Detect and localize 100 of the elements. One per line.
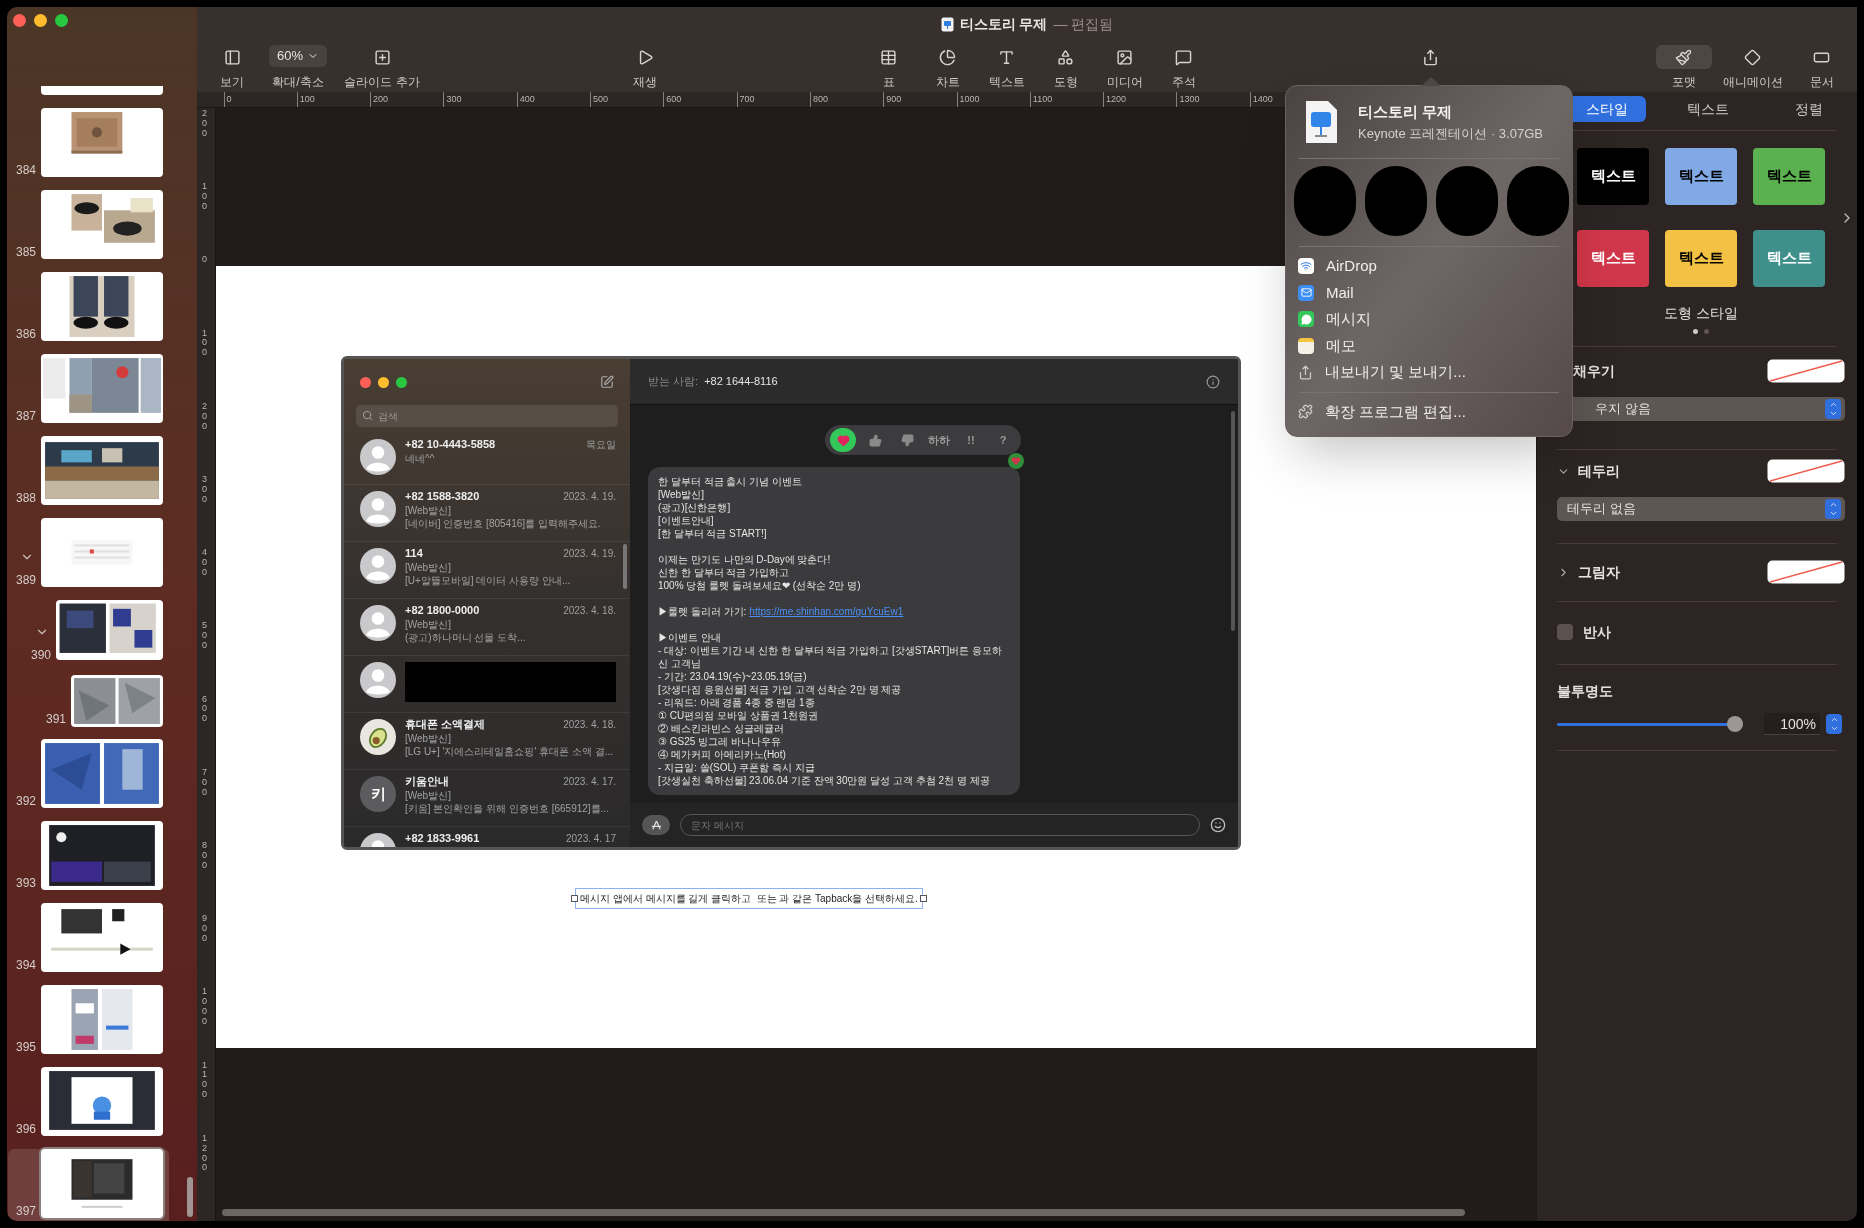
- messages-icon: [1298, 311, 1314, 328]
- emoji-icon[interactable]: [1210, 817, 1226, 833]
- message-preview: (광고)하나머니 선물 도착...: [405, 631, 527, 644]
- stepper-icon[interactable]: [1825, 499, 1841, 519]
- maximize-button[interactable]: [396, 376, 407, 388]
- heart-icon: [836, 433, 850, 447]
- search-icon: [362, 410, 373, 421]
- border-dropdown[interactable]: 테두리 없음: [1557, 497, 1845, 521]
- selection-handle[interactable]: [571, 895, 578, 902]
- contact-name: +82 1800-0000: [405, 603, 480, 617]
- maximize-button[interactable]: [55, 14, 68, 27]
- selection-handle[interactable]: [919, 895, 927, 902]
- reflection-checkbox[interactable]: [1557, 624, 1573, 640]
- opacity-slider[interactable]: [1557, 716, 1743, 732]
- message-line: (광고)[신한은행]: [658, 501, 732, 514]
- scrollbar-thumb[interactable]: [623, 544, 627, 589]
- slide-number: 387: [15, 410, 36, 422]
- heart-tapback-button[interactable]: [830, 428, 856, 452]
- ruler-label: 100: [202, 182, 208, 212]
- toolbar-button[interactable]: 포맷: [1649, 45, 1718, 91]
- share-menu-item[interactable]: 메시지: [1286, 306, 1572, 333]
- message-line: ▶룰렛 돌리러 가기:: [658, 605, 747, 618]
- inspector-tab[interactable]: 텍스트: [1646, 96, 1748, 122]
- share-menu-item[interactable]: AirDrop: [1286, 253, 1572, 280]
- inspector-tab[interactable]: 정렬: [1747, 96, 1849, 122]
- app-store-button[interactable]: [642, 815, 670, 835]
- stepper-icon[interactable]: [1825, 399, 1841, 419]
- zoom-dropdown[interactable]: 60%: [269, 45, 327, 67]
- slide-number: 384: [15, 164, 36, 176]
- message-preview: [LG U+] '지에스리테일홈쇼핑' 휴대폰 소액 결...: [405, 745, 614, 758]
- scrollbar-thumb[interactable]: [1231, 411, 1235, 631]
- no-fill-swatch[interactable]: [1767, 560, 1845, 584]
- contact-name: +82 10-4443-5858: [405, 437, 496, 451]
- close-button[interactable]: [13, 14, 26, 27]
- scrollbar-thumb[interactable]: [222, 1209, 1465, 1216]
- fill-label: 채우기: [1572, 361, 1615, 381]
- style-swatch[interactable]: 텍스트: [1665, 148, 1737, 205]
- slide-number: 396: [15, 1123, 36, 1135]
- export-icon: [1298, 364, 1313, 380]
- section-title: 도형 스타일: [1663, 304, 1739, 323]
- mail-icon: [1298, 284, 1314, 301]
- message-link[interactable]: https://me.shinhan.com/guYcuEw1: [749, 605, 904, 618]
- share-menu-item[interactable]: Mail: [1286, 279, 1572, 306]
- style-swatch[interactable]: 텍스트: [1753, 230, 1825, 287]
- ruler-label: 200: [370, 92, 389, 107]
- style-swatch[interactable]: 텍스트: [1577, 148, 1649, 205]
- toolbar-button[interactable]: 보기: [204, 45, 260, 91]
- tapback-button[interactable]: !!: [958, 428, 984, 452]
- style-swatch[interactable]: 텍스트: [1577, 230, 1649, 287]
- slide-number: 389: [15, 574, 36, 586]
- toolbar-button[interactable]: 표: [859, 45, 918, 91]
- message-preview: [Web발신]: [405, 561, 452, 574]
- toolbar-button[interactable]: 미디어: [1095, 45, 1154, 91]
- minimize-button[interactable]: [378, 376, 389, 388]
- compose-icon[interactable]: [600, 375, 614, 389]
- ruler-label: 1100: [1029, 92, 1053, 107]
- toolbar-button[interactable]: 재생: [617, 45, 673, 91]
- style-swatch[interactable]: 텍스트: [1665, 230, 1737, 287]
- slide-row[interactable]: 391: [8, 675, 169, 739]
- toolbar-button[interactable]: 슬라이드 추가: [336, 45, 428, 91]
- stepper-icon[interactable]: [1826, 714, 1842, 734]
- recipient-label: 받는 사람:: [648, 374, 699, 390]
- message-preview: [Web발신]: [405, 618, 452, 631]
- tapback-button[interactable]: ?: [990, 428, 1016, 452]
- no-fill-swatch[interactable]: [1767, 359, 1845, 383]
- caption-text[interactable]: 메시지 앱에서 메시지를 길게 클릭하고 또는 과 같은 Tapback을 선택하세요.: [575, 888, 923, 909]
- toolbar-button[interactable]: 주석: [1154, 45, 1213, 91]
- toolbar-button[interactable]: 문서: [1787, 45, 1856, 91]
- message-date: 2023. 4. 17.: [563, 775, 616, 789]
- scrollbar-thumb[interactable]: [187, 1177, 193, 1217]
- heart-tapback-badge-icon: [1008, 453, 1024, 469]
- message-line: 이제는 만기도 나만의 D-Day에 맞춘다!: [658, 553, 832, 566]
- message-input-field[interactable]: 문자 메시지: [680, 814, 1200, 836]
- toolbar-button[interactable]: 차트: [918, 45, 977, 91]
- ruler-label: 200: [202, 401, 208, 432]
- minimize-button[interactable]: [34, 14, 47, 27]
- info-icon[interactable]: [1206, 374, 1220, 389]
- ruler-label: 200: [202, 109, 208, 139]
- slide-thumbnail[interactable]: [41, 86, 163, 95]
- no-fill-swatch[interactable]: [1767, 459, 1845, 483]
- toolbar-button[interactable]: 애니메이션: [1718, 45, 1787, 91]
- ruler-label: 900: [202, 914, 208, 944]
- message-date: 2023. 4. 19.: [563, 547, 616, 561]
- ruler-label: 0: [202, 255, 208, 266]
- ruler-label: 1200: [1103, 92, 1127, 107]
- ruler-label: 700: [202, 767, 208, 798]
- share-menu-item[interactable]: 내보내기 및 보내기...: [1286, 359, 1572, 386]
- tapback-button[interactable]: 하하: [926, 428, 952, 452]
- border-label: 테두리: [1578, 461, 1620, 481]
- style-swatch[interactable]: 텍스트: [1753, 148, 1825, 205]
- slide-number: 388: [15, 492, 36, 504]
- message-date: 2023. 4. 18.: [563, 604, 616, 618]
- opacity-value-field[interactable]: 100%: [1764, 713, 1820, 735]
- slide-row[interactable]: 397: [8, 1149, 169, 1221]
- toolbar-button[interactable]: 텍스트: [977, 45, 1036, 91]
- edited-status: — 편집됨: [1053, 14, 1114, 34]
- share-menu-item[interactable]: 메모: [1286, 332, 1572, 359]
- slider-thumb[interactable]: [1727, 716, 1743, 732]
- close-button[interactable]: [360, 376, 371, 388]
- toolbar-button[interactable]: 도형: [1036, 45, 1095, 91]
